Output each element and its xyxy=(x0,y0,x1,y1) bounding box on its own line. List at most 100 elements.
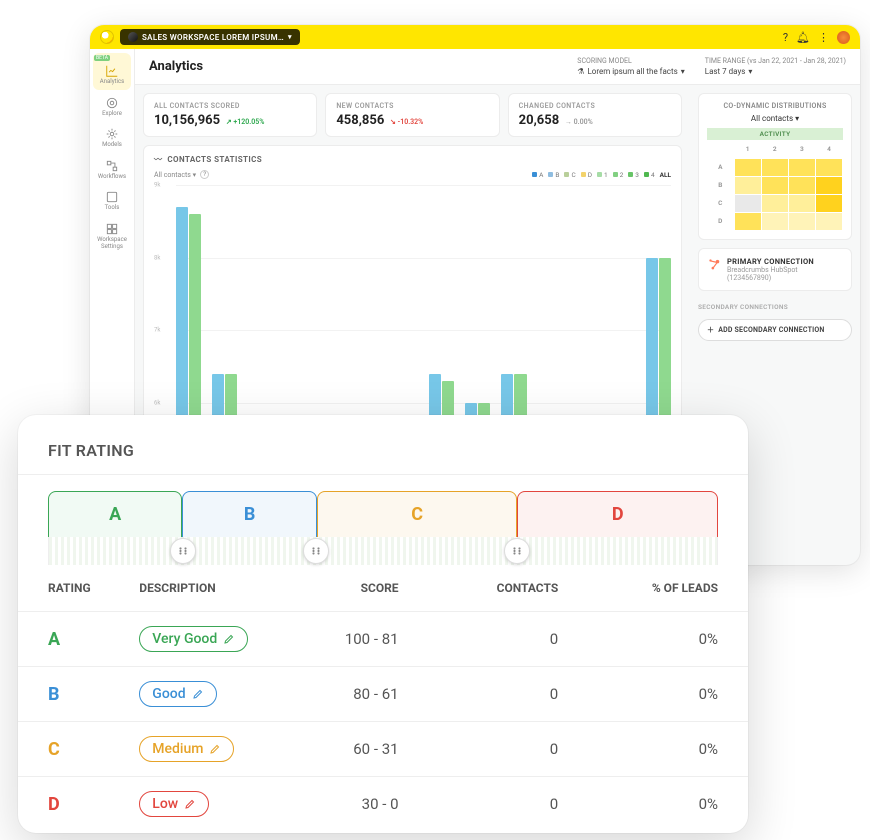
table-row: C Medium 60 - 31 0 0% xyxy=(18,722,748,777)
score-cell: 100 - 81 xyxy=(299,612,449,667)
contacts-cell: 0 xyxy=(449,667,609,722)
heatmap-cell[interactable] xyxy=(734,212,761,230)
heatmap-cell[interactable] xyxy=(788,176,815,194)
primary-connection-id: (1234567890) xyxy=(727,274,814,282)
table-header-row: RATINGDESCRIPTIONSCORECONTACTS% OF LEADS xyxy=(18,565,748,612)
legend-item[interactable]: 2 xyxy=(613,171,624,179)
score-cell: 30 - 0 xyxy=(299,777,449,832)
rating-cell: A xyxy=(18,612,127,667)
heatmap-cell[interactable] xyxy=(788,194,815,212)
heatmap-cell[interactable] xyxy=(815,212,842,230)
legend-item[interactable]: 4 xyxy=(644,171,655,179)
kebab-icon[interactable]: ⋮ xyxy=(818,31,829,44)
distributions-dropdown[interactable]: All contacts ▾ xyxy=(707,114,843,123)
rail-item-workflows[interactable]: Workflows xyxy=(93,155,131,185)
heatmap-cell[interactable] xyxy=(761,176,788,194)
chart-title: CONTACTS STATISTICS xyxy=(167,155,262,164)
heatmap-cell[interactable] xyxy=(761,194,788,212)
pct-cell: 0% xyxy=(608,722,748,777)
workspace-name: SALES WORKSPACE LOREM IPSUM… xyxy=(142,33,284,42)
stat-value: 20,658 → 0.00% xyxy=(519,113,671,128)
heatmap-cell[interactable] xyxy=(788,158,815,176)
rating-tab-B[interactable]: B xyxy=(182,491,316,537)
stat-value: 458,856 ↘ -10.32% xyxy=(336,113,488,128)
rating-cell: D xyxy=(18,777,127,832)
rail-item-settings[interactable]: Workspace Settings xyxy=(93,218,131,254)
rail-label: Tools xyxy=(105,205,120,212)
top-bar: SALES WORKSPACE LOREM IPSUM… ▾ ? 🔔︎ ⋮ xyxy=(90,25,860,49)
scoring-model-selector[interactable]: SCORING MODEL ⚗︎Lorem ipsum all the fact… xyxy=(577,57,684,76)
description-pill[interactable]: Good xyxy=(139,681,216,707)
score-cell: 80 - 61 xyxy=(299,667,449,722)
edit-icon xyxy=(192,688,204,700)
heatmap-row: D xyxy=(707,212,734,230)
rating-tab-D[interactable]: D xyxy=(517,491,718,537)
heatmap-cell[interactable] xyxy=(815,194,842,212)
table-header: SCORE xyxy=(299,565,449,612)
heatmap-cell[interactable] xyxy=(734,158,761,176)
bell-icon[interactable]: 🔔︎ xyxy=(796,31,810,44)
legend-item[interactable]: 3 xyxy=(628,171,639,179)
help-icon[interactable]: ? xyxy=(783,31,788,44)
stat-label: NEW CONTACTS xyxy=(336,102,488,110)
stat-label: ALL CONTACTS SCORED xyxy=(154,102,306,110)
rating-cell: B xyxy=(18,667,127,722)
rail-label: Models xyxy=(102,142,122,149)
app-logo-icon xyxy=(100,30,114,44)
legend-item[interactable]: A xyxy=(532,171,543,179)
workspace-switcher[interactable]: SALES WORKSPACE LOREM IPSUM… ▾ xyxy=(120,29,300,45)
chevron-down-icon: ▾ xyxy=(681,67,685,76)
rating-tab-A[interactable]: A xyxy=(48,491,182,537)
table-row: B Good 80 - 61 0 0% xyxy=(18,667,748,722)
heatmap-cell[interactable] xyxy=(761,158,788,176)
rail-item-models[interactable]: Models xyxy=(93,123,131,153)
heatmap-cell[interactable] xyxy=(734,176,761,194)
add-secondary-connection-button[interactable]: ＋ADD SECONDARY CONNECTION xyxy=(698,319,852,341)
fit-rating-card: FIT RATING ABCD RATINGDESCRIPTIONSCORECO… xyxy=(18,415,748,833)
time-range-selector[interactable]: TIME RANGE (vs Jan 22, 2021 - Jan 28, 20… xyxy=(705,57,846,76)
description-pill[interactable]: Very Good xyxy=(139,626,248,652)
legend-item[interactable]: D xyxy=(581,171,592,179)
chart-filter-dropdown[interactable]: All contacts ▾ xyxy=(154,171,196,179)
legend-item[interactable]: ALL xyxy=(660,171,671,179)
description-cell: Good xyxy=(127,667,299,722)
rating-slider[interactable] xyxy=(48,537,718,565)
table-header: RATING xyxy=(18,565,127,612)
heatmap-row: B xyxy=(707,176,734,194)
legend-item[interactable]: 1 xyxy=(597,171,608,179)
scoring-model-label: SCORING MODEL xyxy=(577,57,684,65)
legend-item[interactable]: B xyxy=(548,171,559,179)
edit-icon xyxy=(184,798,196,810)
slider-handle[interactable] xyxy=(504,538,530,564)
rail-item-tools[interactable]: Tools xyxy=(93,186,131,216)
slider-handle[interactable] xyxy=(170,538,196,564)
heatmap-cell[interactable] xyxy=(761,212,788,230)
rail-label: Workflows xyxy=(98,174,126,181)
description-cell: Low xyxy=(127,777,299,832)
rail-label: Analytics xyxy=(100,79,124,86)
heatmap-cell[interactable] xyxy=(788,212,815,230)
workflows-icon xyxy=(105,159,119,173)
help-icon[interactable]: ? xyxy=(200,170,209,179)
rating-tab-C[interactable]: C xyxy=(317,491,518,537)
page-header: Analytics SCORING MODEL ⚗︎Lorem ipsum al… xyxy=(135,49,860,85)
pct-cell: 0% xyxy=(608,612,748,667)
user-avatar-icon[interactable] xyxy=(837,31,850,44)
description-pill[interactable]: Medium xyxy=(139,736,234,762)
fit-rating-table: RATINGDESCRIPTIONSCORECONTACTS% OF LEADS… xyxy=(18,565,748,831)
contacts-cell: 0 xyxy=(449,777,609,832)
rail-item-explore[interactable]: Explore xyxy=(93,92,131,122)
heatmap-cell[interactable] xyxy=(734,194,761,212)
slider-handle[interactable] xyxy=(303,538,329,564)
table-row: D Low 30 - 0 0 0% xyxy=(18,777,748,832)
pct-cell: 0% xyxy=(608,777,748,832)
heatmap-col: 1 xyxy=(734,140,761,158)
stat-card: CHANGED CONTACTS 20,658 → 0.00% xyxy=(508,93,682,137)
description-pill[interactable]: Low xyxy=(139,791,209,817)
rail-item-analytics[interactable]: BETAAnalytics xyxy=(93,53,131,90)
legend-item[interactable]: C xyxy=(564,171,575,179)
workspace-avatar-icon xyxy=(128,32,138,42)
primary-connection-panel: PRIMARY CONNECTION Breadcrumbs HubSpot (… xyxy=(698,248,852,291)
heatmap-cell[interactable] xyxy=(815,176,842,194)
heatmap-cell[interactable] xyxy=(815,158,842,176)
